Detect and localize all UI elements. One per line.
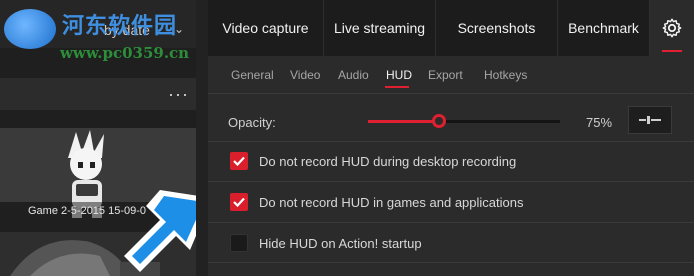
checkmark-icon xyxy=(233,156,245,167)
option-label: Hide HUD on Action! startup xyxy=(259,236,422,251)
opacity-slider-thumb[interactable] xyxy=(432,114,446,128)
gear-icon xyxy=(662,18,682,38)
opacity-value: 75% xyxy=(586,115,613,130)
active-subtab-indicator xyxy=(385,86,409,88)
library-panel: by date ⌄ 河东软件园 www.pc0359.cn ··· Game 2… xyxy=(0,0,212,276)
option-label: Do not record HUD during desktop recordi… xyxy=(259,154,517,169)
tab-benchmark[interactable]: Benchmark xyxy=(558,0,650,56)
option-label: Do not record HUD in games and applicati… xyxy=(259,195,524,210)
subtab-audio[interactable]: Audio xyxy=(338,68,369,82)
tab-screenshots[interactable]: Screenshots xyxy=(436,0,558,56)
subtab-hotkeys[interactable]: Hotkeys xyxy=(484,68,527,82)
more-options-button[interactable]: ··· xyxy=(168,84,189,105)
subtab-export[interactable]: Export xyxy=(428,68,463,82)
subtab-hud[interactable]: HUD xyxy=(386,68,412,82)
watermark-logo xyxy=(4,9,56,49)
subtab-general[interactable]: General xyxy=(231,68,274,82)
settings-panel: Video capture Live streaming Screenshots… xyxy=(208,0,694,276)
option-checkbox[interactable] xyxy=(230,152,248,170)
library-scrollbar[interactable] xyxy=(196,0,208,276)
watermark-url: www.pc0359.cn xyxy=(60,44,190,62)
settings-tab-indicator xyxy=(662,50,682,52)
hud-position-button[interactable] xyxy=(628,106,672,134)
checkmark-icon xyxy=(233,197,245,208)
tab-live-streaming[interactable]: Live streaming xyxy=(324,0,436,56)
tab-video-capture[interactable]: Video capture xyxy=(208,0,324,56)
option-checkbox[interactable] xyxy=(230,234,248,252)
subtab-video[interactable]: Video xyxy=(290,68,320,82)
settings-subtabs: General Video Audio HUD Export Hotkeys xyxy=(208,56,694,94)
opacity-slider-fill xyxy=(368,120,438,123)
watermark-title: 河东软件园 xyxy=(62,13,178,39)
app-window: by date ⌄ 河东软件园 www.pc0359.cn ··· Game 2… xyxy=(0,0,694,276)
opacity-label: Opacity: xyxy=(228,115,276,130)
opacity-row xyxy=(208,94,694,142)
library-toolbar xyxy=(0,78,196,110)
top-navigation: Video capture Live streaming Screenshots… xyxy=(208,0,694,56)
option-checkbox[interactable] xyxy=(230,193,248,211)
settings-tab[interactable] xyxy=(650,0,694,56)
position-icon xyxy=(639,116,661,124)
